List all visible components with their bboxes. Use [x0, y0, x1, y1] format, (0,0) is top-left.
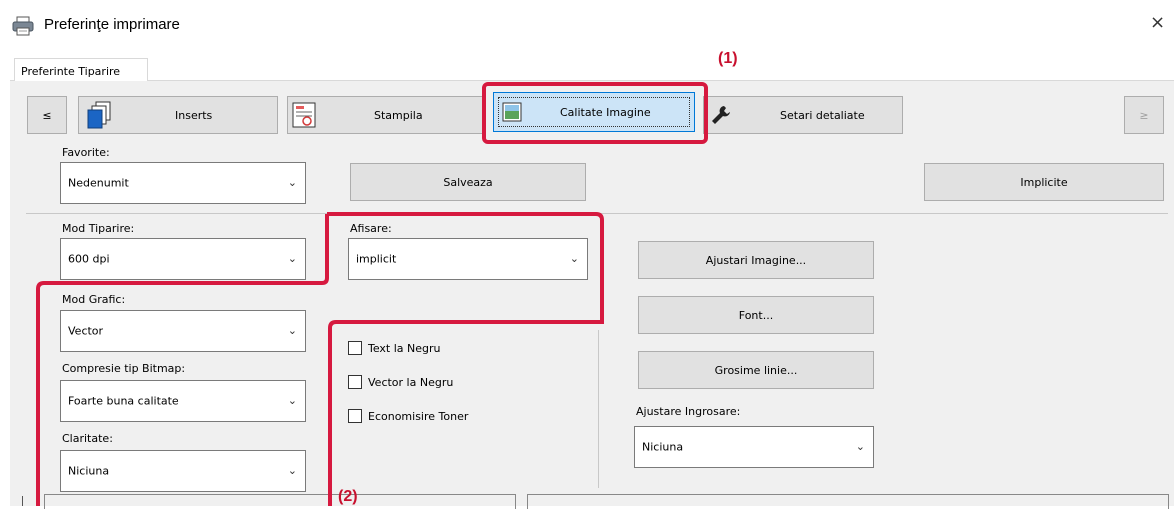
highlight-outline-2: [36, 212, 604, 506]
callout-2: (2): [338, 488, 358, 505]
